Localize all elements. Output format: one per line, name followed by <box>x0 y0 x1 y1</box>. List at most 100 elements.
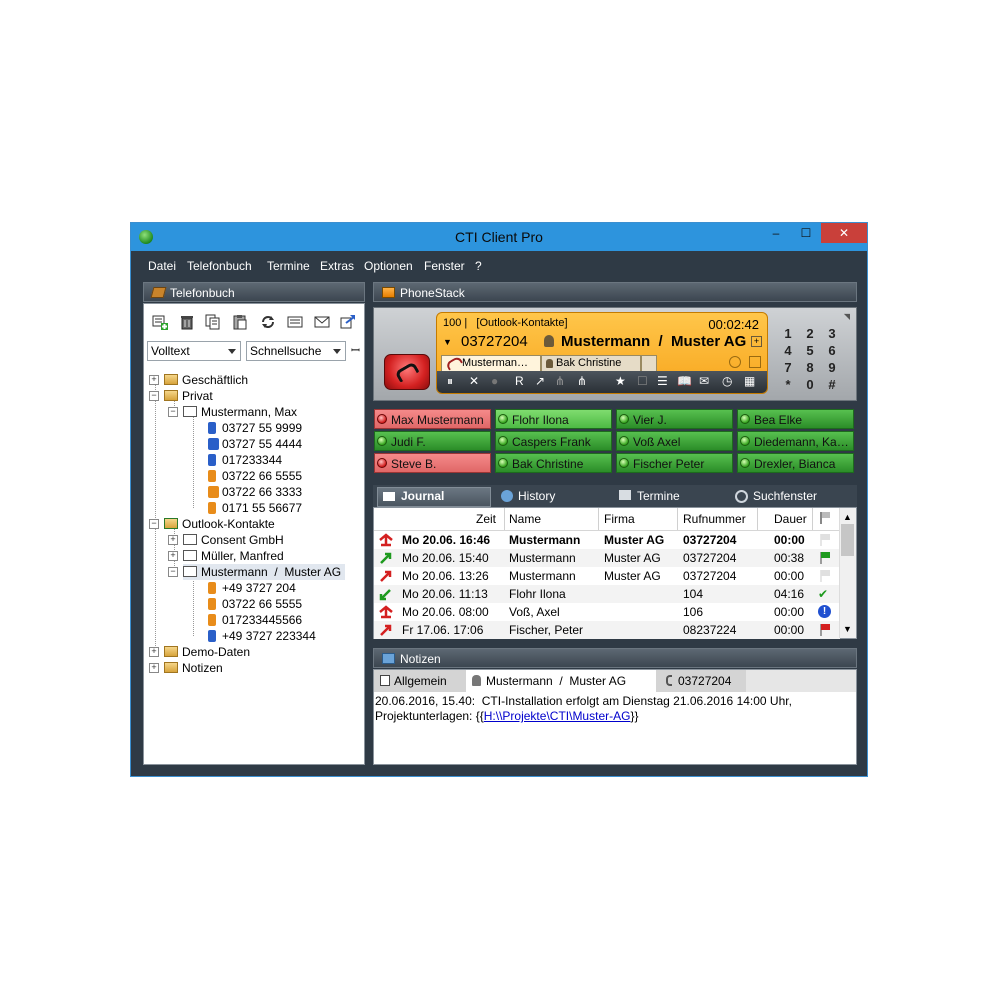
key-6[interactable]: 6 <box>822 343 842 359</box>
call-tab-empty[interactable] <box>641 355 657 371</box>
tree-phone-number[interactable]: 017233344 <box>208 452 282 468</box>
maximize-button[interactable]: ☐ <box>791 223 821 243</box>
expand-icon[interactable]: + <box>168 535 178 545</box>
collapse-icon[interactable]: − <box>149 391 159 401</box>
key-2[interactable]: 2 <box>800 326 820 342</box>
collapse-icon[interactable]: − <box>149 519 159 529</box>
collapse-icon[interactable]: − <box>168 567 178 577</box>
table-row[interactable]: Fr 17.06. 17:06 Fischer, Peter 08237224 00:… <box>374 621 840 639</box>
blf-button[interactable]: Judi F. <box>374 431 491 451</box>
transfer-icon[interactable]: ↗ <box>535 374 545 388</box>
menu-datei[interactable]: Datei <box>148 259 176 273</box>
search-mode-select[interactable]: Volltext <box>147 341 241 361</box>
hold-icon[interactable]: ⏸ <box>447 374 453 389</box>
col-zeit[interactable]: Zeit <box>476 512 496 526</box>
table-row[interactable]: Mo 20.06. 13:26 Mustermann Muster AG 037272… <box>374 567 840 585</box>
expand-icon[interactable]: + <box>751 336 762 347</box>
scroll-down-icon[interactable]: ▼ <box>843 624 852 634</box>
col-name[interactable]: Name <box>509 512 541 526</box>
blf-button[interactable]: Max Mustermann <box>374 409 491 429</box>
table-row[interactable]: Mo 20.06. 08:00 Voß, Axel 106 00:00! <box>374 603 840 621</box>
blf-button[interactable]: Voß Axel <box>616 431 733 451</box>
expand-icon[interactable]: + <box>149 647 159 657</box>
menu-fenster[interactable]: Fenster <box>424 259 465 273</box>
tree-phone-number[interactable]: 017233445566 <box>208 612 302 628</box>
scroll-thumb[interactable] <box>841 524 854 556</box>
restore-icon[interactable] <box>749 356 761 368</box>
key-star[interactable]: * <box>778 377 798 393</box>
journal-scrollbar[interactable]: ▲ ▼ <box>839 508 856 638</box>
blf-button[interactable]: Drexler, Bianca <box>737 453 854 473</box>
tree-phone-number[interactable]: 0171 55 56677 <box>208 500 302 516</box>
record-icon[interactable]: ● <box>491 374 498 388</box>
pin-icon[interactable]: ꟷ <box>351 343 360 358</box>
note-link[interactable]: H:\\Projekte\CTI\Muster-AG <box>484 709 631 723</box>
call-tab-1[interactable]: Musterman… <box>441 355 541 371</box>
menu-extras[interactable]: Extras <box>320 259 354 273</box>
tree-phone-number[interactable]: 03722 66 5555 <box>208 596 302 612</box>
paste-icon[interactable] <box>232 314 248 330</box>
tree-phone-number[interactable]: 03727 55 4444 <box>208 436 302 452</box>
table-row[interactable]: Mo 20.06. 16:46 Mustermann Muster AG 037272… <box>374 531 840 549</box>
tree-phone-number[interactable]: +49 3727 223344 <box>208 628 316 644</box>
menu-optionen[interactable]: Optionen <box>364 259 413 273</box>
col-dauer[interactable]: Dauer <box>774 512 807 526</box>
export-icon[interactable] <box>340 314 356 330</box>
tab-journal[interactable]: Journal <box>401 488 444 504</box>
tab-suchfenster[interactable]: Suchfenster <box>753 488 817 504</box>
minus-icon[interactable] <box>729 356 741 368</box>
note-icon[interactable]: ☐ <box>637 374 648 388</box>
blf-button[interactable]: Steve B. <box>374 453 491 473</box>
corner-arrow-icon[interactable]: ◥ <box>844 312 850 321</box>
col-rufnummer[interactable]: Rufnummer <box>683 512 746 526</box>
quick-search-select[interactable]: Schnellsuche <box>246 341 346 361</box>
blf-button[interactable]: Fischer Peter <box>616 453 733 473</box>
hangup-button[interactable] <box>384 354 430 390</box>
expand-icon[interactable]: + <box>149 375 159 385</box>
key-8[interactable]: 8 <box>800 360 820 376</box>
tree-phone-number[interactable]: 03722 66 3333 <box>208 484 302 500</box>
menu-telefonbuch[interactable]: Telefonbuch <box>187 259 252 273</box>
key-hash[interactable]: # <box>822 377 842 393</box>
tree-phone-number[interactable]: 03722 66 5555 <box>208 468 302 484</box>
dialed-number[interactable]: 03727204 <box>461 333 528 350</box>
mail-icon[interactable]: ✉ <box>699 374 709 388</box>
table-row[interactable]: Mo 20.06. 11:13 Flohr Ilona 104 04:16 ✔ <box>374 585 840 603</box>
tab-allgemein[interactable]: Allgemein <box>374 670 466 692</box>
blf-button[interactable]: Bak Christine <box>495 453 612 473</box>
flag-icon[interactable] <box>818 621 832 642</box>
key-1[interactable]: 1 <box>778 326 798 342</box>
expand-icon[interactable]: + <box>149 663 159 673</box>
tree-phone-number[interactable]: 03727 55 9999 <box>208 420 302 436</box>
dropdown-icon[interactable]: ▼ <box>443 337 452 347</box>
tab-termine[interactable]: Termine <box>637 488 680 504</box>
expand-icon[interactable]: + <box>168 551 178 561</box>
calendar-icon[interactable]: ▦ <box>744 374 755 388</box>
scroll-up-icon[interactable]: ▲ <box>843 512 852 522</box>
blf-button[interactable]: Caspers Frank <box>495 431 612 451</box>
table-row[interactable]: Mo 20.06. 15:40 Mustermann Muster AG 037272… <box>374 549 840 567</box>
menu-termine[interactable]: Termine <box>267 259 310 273</box>
key-7[interactable]: 7 <box>778 360 798 376</box>
close-button[interactable]: ✕ <box>821 223 867 243</box>
tab-number[interactable]: 03727204 <box>656 670 746 692</box>
cancel-icon[interactable]: ✕ <box>469 374 479 388</box>
call-tab-2[interactable]: Bak Christine <box>541 355 641 371</box>
menu-help[interactable]: ? <box>475 259 482 273</box>
star-icon[interactable]: ★ <box>615 374 626 388</box>
blf-button[interactable]: Vier J. <box>616 409 733 429</box>
mail-icon[interactable] <box>314 314 330 330</box>
add-contact-icon[interactable] <box>152 314 168 330</box>
col-firma[interactable]: Firma <box>604 512 635 526</box>
refresh-icon[interactable] <box>260 314 276 330</box>
tab-contact[interactable]: Mustermann / Muster AG <box>466 670 656 692</box>
network-icon[interactable]: ⋔ <box>577 374 587 388</box>
copy-icon[interactable] <box>205 314 221 330</box>
tree-phone-number[interactable]: +49 3727 204 <box>208 580 296 596</box>
key-0[interactable]: 0 <box>800 377 820 393</box>
blf-button[interactable]: Flohr Ilona <box>495 409 612 429</box>
collapse-icon[interactable]: − <box>168 407 178 417</box>
blf-button[interactable]: Bea Elke <box>737 409 854 429</box>
conference-icon[interactable]: ⋔ <box>555 374 565 388</box>
clock-icon[interactable]: ◷ <box>722 374 732 388</box>
